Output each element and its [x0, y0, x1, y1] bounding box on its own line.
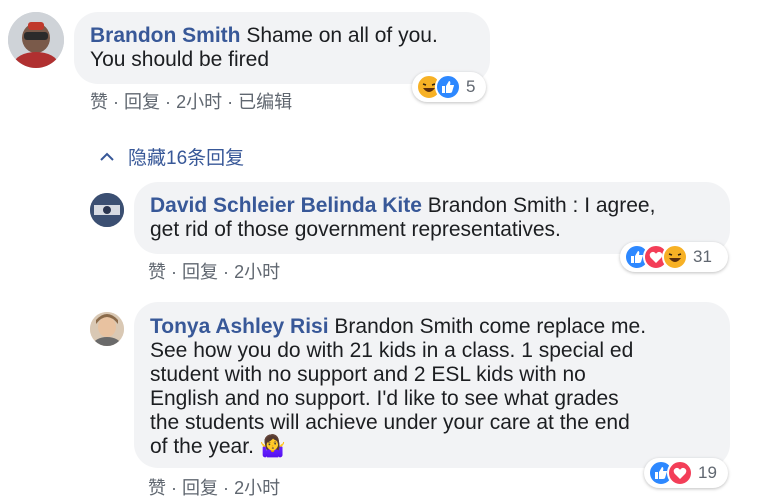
timestamp-link[interactable]: 2小时 — [234, 478, 280, 498]
comment-actions: 赞 · 回复 · 2小时 · 已编辑 — [90, 92, 293, 112]
like-reaction-icon — [435, 74, 461, 100]
timestamp-link[interactable]: 2小时 — [234, 262, 280, 282]
hide-replies-label: 隐藏16条回复 — [128, 148, 245, 169]
reaction-summary[interactable]: 5 — [412, 72, 486, 102]
reply-text: the students will achieve under your car… — [150, 411, 630, 434]
reply-link[interactable]: 回复 — [182, 262, 218, 282]
reaction-summary[interactable]: 31 — [620, 242, 728, 272]
reply-author[interactable]: David Schleier Belinda Kite — [150, 194, 422, 217]
reply-link[interactable]: 回复 — [124, 92, 160, 112]
like-link[interactable]: 赞 — [148, 262, 166, 282]
hide-replies-toggle[interactable]: 隐藏16条回复 — [100, 143, 244, 170]
avatar[interactable] — [90, 312, 124, 346]
reply-text: student with no support and 2 ESL kids w… — [150, 363, 586, 386]
reply-text: English and no support. I'd like to see … — [150, 387, 619, 410]
comment-author[interactable]: Brandon Smith — [90, 24, 241, 47]
reaction-summary[interactable]: 19 — [644, 458, 728, 488]
reply-actions: 赞 · 回复 · 2小时 — [148, 262, 281, 282]
reply-text: Brandon Smith : I agree, — [427, 194, 656, 217]
reply-bubble: Tonya Ashley Risi Brandon Smith come rep… — [134, 302, 730, 468]
comment-text: You should be fired — [90, 48, 270, 71]
edited-link[interactable]: 已编辑 — [238, 92, 292, 112]
reply-link[interactable]: 回复 — [182, 478, 218, 498]
reply-actions: 赞 · 回复 · 2小时 — [148, 478, 281, 498]
reply-text: get rid of those government representati… — [150, 218, 561, 241]
reply-text: of the year. 🤷‍♀️ — [150, 435, 286, 458]
reply-text: See how you do with 21 kids in a class. … — [150, 339, 634, 362]
chevron-up-icon — [100, 146, 114, 168]
love-reaction-icon — [667, 460, 693, 486]
like-link[interactable]: 赞 — [148, 478, 166, 498]
reaction-count: 5 — [466, 77, 476, 96]
reaction-count: 31 — [693, 247, 712, 266]
haha-reaction-icon — [662, 244, 688, 270]
reply-text: Brandon Smith come replace me. — [334, 315, 647, 338]
avatar[interactable] — [90, 193, 124, 227]
comment-text: Shame on all of you. — [246, 24, 438, 47]
reply-author[interactable]: Tonya Ashley Risi — [150, 315, 329, 338]
like-link[interactable]: 赞 — [90, 92, 108, 112]
avatar[interactable] — [8, 12, 64, 68]
timestamp-link[interactable]: 2小时 — [176, 92, 222, 112]
reaction-count: 19 — [698, 463, 717, 482]
